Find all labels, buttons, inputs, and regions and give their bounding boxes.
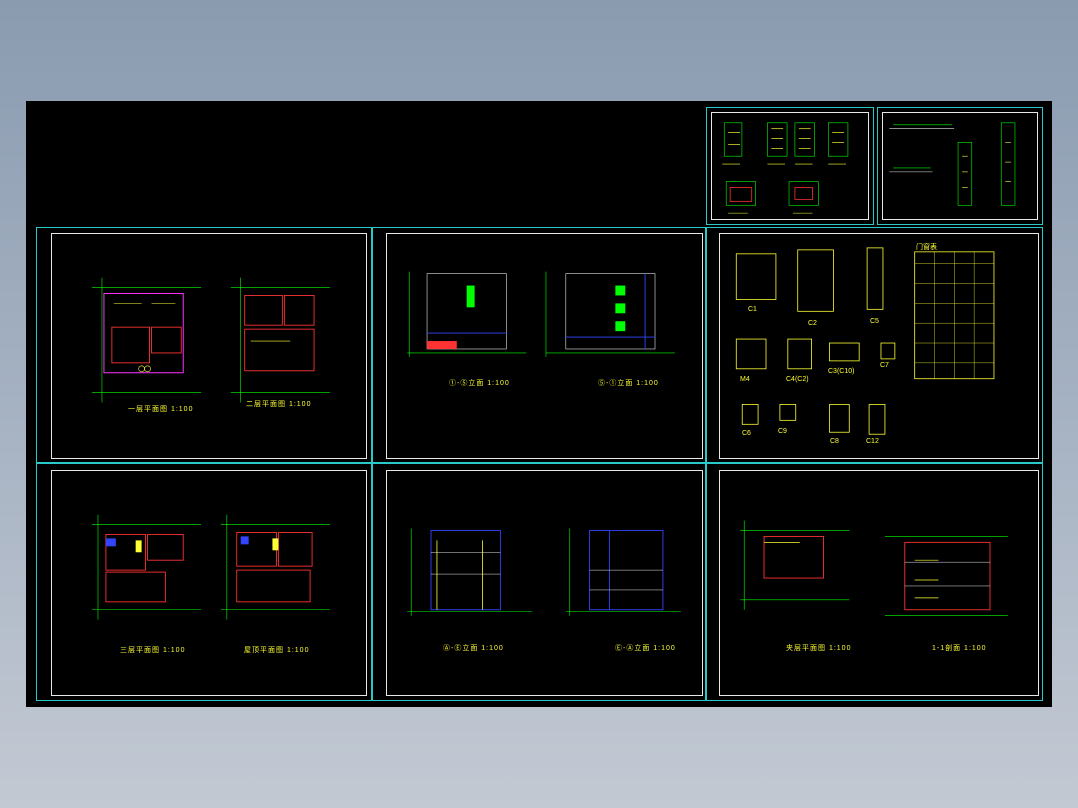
door-window-label: C8 (830, 438, 839, 445)
door-window-label: C4(C2) (786, 376, 809, 383)
sheet-1-inner: 一层平面图 1:100 二层平面图 1:100 (51, 233, 367, 459)
sheet-6-drawing (740, 520, 1008, 617)
sheet-6-plan-section[interactable]: 夹层平面图 1:100 1-1剖面 1:100 (706, 463, 1043, 701)
sheet-1-caption-a: 一层平面图 1:100 (128, 406, 194, 413)
sheet-5-caption-a: Ⓐ-Ⓔ立面 1:100 (443, 645, 504, 652)
sheet-5-drawing (407, 528, 681, 616)
sheet-1-floor-plans[interactable]: 一层平面图 1:100 二层平面图 1:100 (36, 227, 372, 463)
sheet-4-caption-a: 三层平面图 1:100 (120, 647, 186, 654)
door-window-label: C1 (748, 306, 757, 313)
door-window-label: C6 (742, 430, 751, 437)
sheet-4-caption-b: 屋顶平面图 1:100 (244, 647, 310, 654)
door-window-label: C7 (880, 362, 889, 369)
sheet-2-elevations[interactable]: ①-⑤立面 1:100 ⑤-①立面 1:100 (372, 227, 706, 463)
door-window-label: C2 (808, 320, 817, 327)
sheet-4-floor-plans[interactable]: 三层平面图 1:100 屋顶平面图 1:100 (36, 463, 372, 701)
sheet-detail-nodes[interactable] (706, 107, 874, 225)
sheet-4-drawing (92, 514, 330, 620)
sheet-3-door-window-schedule[interactable]: 门窗表 C1 C2 C5 M4 C4(C2) C3(C10) C7 C6 C9 … (706, 227, 1043, 463)
sheet-detail-wall-section-inner (882, 112, 1038, 220)
sheet-2-caption-a: ①-⑤立面 1:100 (449, 380, 510, 387)
sheet-2-inner: ①-⑤立面 1:100 ⑤-①立面 1:100 (386, 233, 703, 459)
sheet-4-inner: 三层平面图 1:100 屋顶平面图 1:100 (51, 470, 367, 696)
door-window-label: M4 (740, 376, 750, 383)
sheet-6-inner: 夹层平面图 1:100 1-1剖面 1:100 (719, 470, 1039, 696)
sheet-6-caption-b: 1-1剖面 1:100 (932, 645, 987, 652)
schedule-table-title: 门窗表 (916, 244, 937, 251)
sheet-detail-nodes-inner (711, 112, 869, 220)
door-window-label: C5 (870, 318, 879, 325)
door-window-label: C9 (778, 428, 787, 435)
cad-model-space[interactable]: 一层平面图 1:100 二层平面图 1:100 ①-⑤立面 1:100 ⑤-①立… (26, 101, 1052, 707)
detail-nodes-drawing (722, 122, 849, 214)
door-window-label: C3(C10) (828, 368, 855, 375)
sheet-3-drawing (735, 247, 995, 435)
sheet-5-inner: Ⓐ-Ⓔ立面 1:100 Ⓔ-Ⓐ立面 1:100 (386, 470, 703, 696)
sheet-1-caption-b: 二层平面图 1:100 (246, 401, 312, 408)
sheet-2-caption-b: ⑤-①立面 1:100 (598, 380, 659, 387)
sheet-2-drawing (407, 271, 675, 357)
sheet-3-inner: 门窗表 C1 C2 C5 M4 C4(C2) C3(C10) C7 C6 C9 … (719, 233, 1039, 459)
sheet-5-elevations[interactable]: Ⓐ-Ⓔ立面 1:100 Ⓔ-Ⓐ立面 1:100 (372, 463, 706, 701)
door-window-label: C12 (866, 438, 879, 445)
sheet-detail-wall-section[interactable] (877, 107, 1043, 225)
sheet-1-drawing (92, 277, 330, 403)
sheet-5-caption-b: Ⓔ-Ⓐ立面 1:100 (615, 645, 676, 652)
sheet-6-caption-a: 夹层平面图 1:100 (786, 645, 852, 652)
wall-section-drawing (889, 122, 1016, 206)
